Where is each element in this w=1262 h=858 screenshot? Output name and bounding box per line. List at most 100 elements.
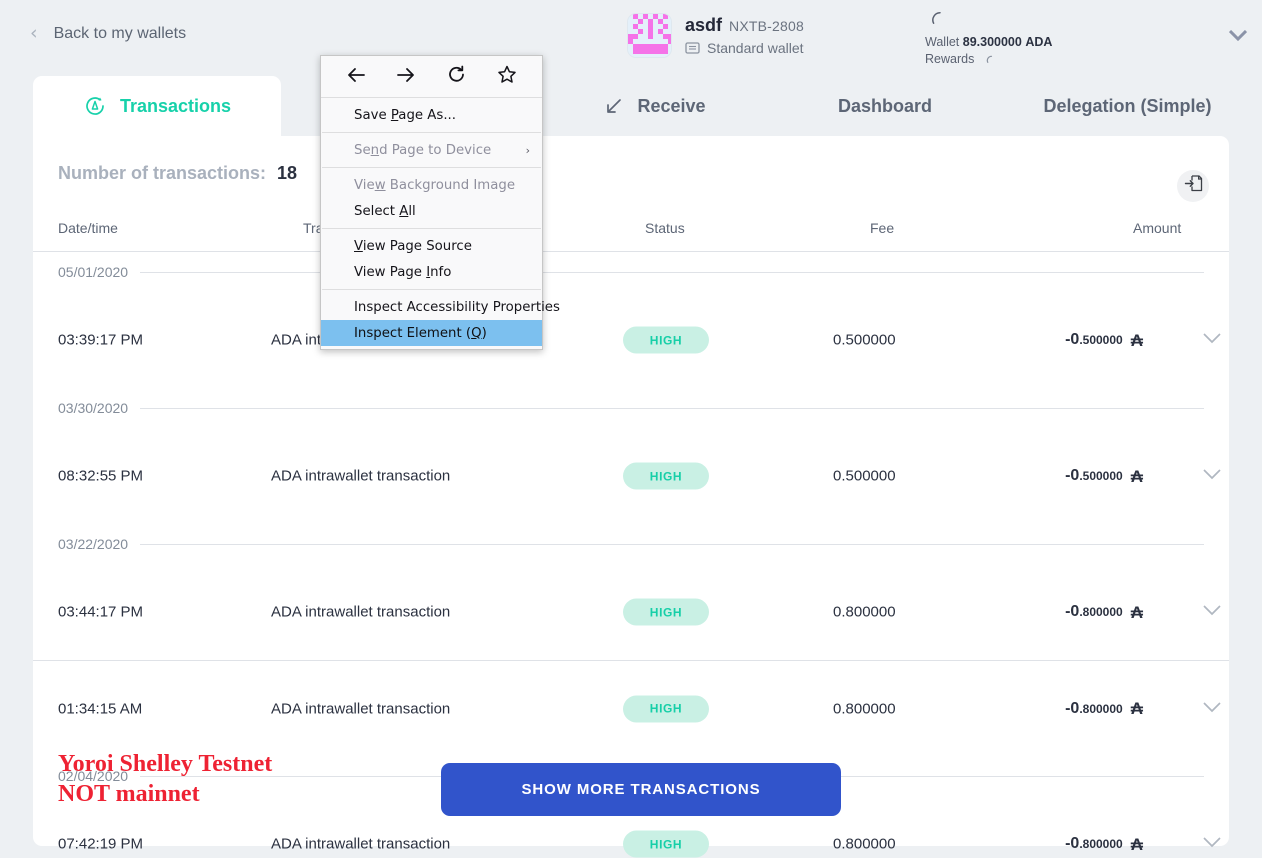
transaction-amount-dec: .800000 xyxy=(1079,837,1123,851)
column-header-datetime: Date/time xyxy=(58,220,118,236)
bookmark-button[interactable] xyxy=(491,62,523,92)
menu-item-send-page-to-device: Send Page to Device › xyxy=(321,137,542,163)
menu-item-view-background-image: View Background Image xyxy=(321,172,542,198)
forward-button[interactable] xyxy=(390,62,422,92)
transaction-time: 07:42:19 PM xyxy=(58,835,144,853)
wallet-rewards-row: Rewards xyxy=(925,51,997,68)
tab-receive[interactable]: Receive xyxy=(540,76,770,136)
table-row[interactable]: 03:39:17 PM ADA intrawallet transaction … xyxy=(33,292,1229,388)
transaction-amount: -0.500000 ₳ xyxy=(993,331,1143,349)
chevron-down-icon xyxy=(1203,700,1221,718)
menu-item-inspect-accessibility-properties[interactable]: Inspect Accessibility Properties xyxy=(321,294,560,320)
reload-button[interactable] xyxy=(441,62,473,92)
status-badge: HIGH xyxy=(623,695,709,722)
wallet-balance-label: Wallet xyxy=(925,35,960,49)
transaction-type: ADA intrawallet transaction xyxy=(271,467,451,485)
transaction-type: ADA intrawallet transaction xyxy=(271,700,451,717)
menu-item-view-page-info[interactable]: View Page Info xyxy=(321,259,542,285)
ada-symbol-icon: ₳ xyxy=(1130,699,1143,718)
transaction-amount: -0.800000 ₳ xyxy=(993,835,1143,853)
date-separator-label: 03/30/2020 xyxy=(58,400,129,416)
transaction-amount-int: -0 xyxy=(1065,331,1080,348)
expand-row-button[interactable] xyxy=(1203,603,1221,621)
back-arrow-icon xyxy=(346,67,366,87)
wallet-type-label: Standard wallet xyxy=(707,40,804,56)
menu-item-select-all[interactable]: Select All xyxy=(321,198,542,224)
wallet-balance-value: 89.300000 xyxy=(962,35,1022,49)
wallet-rewards-label: Rewards xyxy=(925,52,975,66)
transaction-amount-int: -0 xyxy=(1065,467,1080,484)
transaction-count: Number of transactions: 18 xyxy=(58,163,297,184)
status-badge: HIGH xyxy=(623,326,709,354)
wallet-balance-row: Wallet 89.300000 ADA xyxy=(925,34,1052,51)
back-to-wallets-link[interactable]: ‹ Back to my wallets xyxy=(30,24,186,43)
date-separator: 03/22/2020 xyxy=(33,524,1229,564)
menu-item-save-page-as[interactable]: Save Page As... xyxy=(321,102,542,128)
transaction-fee: 0.500000 xyxy=(833,467,896,485)
show-more-transactions-button[interactable]: SHOW MORE TRANSACTIONS xyxy=(441,763,841,816)
tab-dashboard-label: Dashboard xyxy=(837,95,933,116)
menu-separator xyxy=(322,289,541,290)
transaction-amount-dec: .500000 xyxy=(1079,469,1123,483)
menu-item-label: View Page Source xyxy=(354,238,472,254)
date-separator: 05/01/2020 xyxy=(33,252,1229,292)
transaction-amount-dec: .800000 xyxy=(1079,701,1123,716)
menu-item-label: View Background Image xyxy=(354,177,516,193)
chevron-left-icon: ‹ xyxy=(30,22,38,44)
ada-symbol-icon: ₳ xyxy=(1130,466,1143,486)
menu-item-inspect-element[interactable]: Inspect Element (Q) xyxy=(321,320,542,346)
transaction-fee: 0.800000 xyxy=(833,835,896,853)
status-badge-wrap: HIGH xyxy=(623,598,709,626)
wallet-balance-block: Wallet 89.300000 ADA Rewards xyxy=(925,8,1052,68)
menu-item-label: Inspect Element (Q) xyxy=(354,325,487,341)
ada-symbol-icon: ₳ xyxy=(1130,834,1143,854)
reload-icon xyxy=(447,65,466,88)
menu-item-label: View Page Info xyxy=(354,264,452,280)
testnet-warning-line1: Yoroi Shelley Testnet xyxy=(58,751,273,777)
tab-transactions[interactable]: Transactions xyxy=(33,76,281,136)
transactions-table-header: Date/time Transaction type Status Fee Am… xyxy=(33,214,1229,252)
transaction-time: 08:32:55 PM xyxy=(58,467,144,485)
wallet-avatar-identicon xyxy=(627,13,672,58)
column-header-amount: Amount xyxy=(1133,220,1182,236)
ada-symbol-icon: ₳ xyxy=(1130,602,1143,622)
transaction-time: 03:44:17 PM xyxy=(58,603,144,621)
table-row[interactable]: 01:34:15 AM ADA intrawallet transaction … xyxy=(33,660,1229,756)
tab-dashboard[interactable]: Dashboard xyxy=(780,76,990,136)
expand-row-button[interactable] xyxy=(1203,467,1221,485)
ada-symbol-icon: ₳ xyxy=(1130,330,1143,350)
bookmark-star-icon xyxy=(497,65,517,88)
transaction-amount: -0.800000 ₳ xyxy=(993,700,1143,718)
tab-receive-label: Receive xyxy=(637,95,706,116)
forward-arrow-icon xyxy=(396,67,416,87)
context-menu-items: Save Page As... Send Page to Device › Vi… xyxy=(321,98,560,348)
wallet-dropdown-button[interactable] xyxy=(1226,27,1250,47)
transaction-time: 03:39:17 PM xyxy=(58,331,144,349)
chevron-down-icon xyxy=(1203,835,1221,853)
export-transactions-button[interactable] xyxy=(1177,170,1209,202)
tab-transactions-label: Transactions xyxy=(119,95,232,116)
date-separator: 03/30/2020 xyxy=(33,388,1229,428)
status-badge-wrap: HIGH xyxy=(623,830,709,858)
testnet-warning-line2: NOT mainnet xyxy=(58,781,200,807)
date-separator-label: 05/01/2020 xyxy=(58,264,129,280)
wallet-card-icon xyxy=(685,41,700,55)
browser-context-menu: Save Page As... Send Page to Device › Vi… xyxy=(320,55,560,350)
transaction-time: 01:34:15 AM xyxy=(58,700,143,717)
back-button[interactable] xyxy=(340,62,372,92)
expand-row-button[interactable] xyxy=(1203,700,1221,718)
menu-item-view-page-source[interactable]: View Page Source xyxy=(321,233,542,259)
transaction-amount-int: -0 xyxy=(1065,603,1080,620)
menu-item-label: Inspect Accessibility Properties xyxy=(354,299,560,315)
status-badge: HIGH xyxy=(623,598,709,626)
table-row[interactable]: 08:32:55 PM ADA intrawallet transaction … xyxy=(33,428,1229,524)
status-badge: HIGH xyxy=(623,830,709,858)
expand-row-button[interactable] xyxy=(1203,331,1221,349)
tab-delegation-simple[interactable]: Delegation (Simple) xyxy=(1000,76,1255,136)
transaction-amount-int: -0 xyxy=(1065,835,1080,852)
chevron-right-icon: › xyxy=(525,143,530,157)
back-to-wallets-label: Back to my wallets xyxy=(53,24,187,42)
transactions-card: Number of transactions: 18 Date/time Tra… xyxy=(33,136,1229,858)
expand-row-button[interactable] xyxy=(1203,835,1221,853)
table-row[interactable]: 03:44:17 PM ADA intrawallet transaction … xyxy=(33,564,1229,660)
